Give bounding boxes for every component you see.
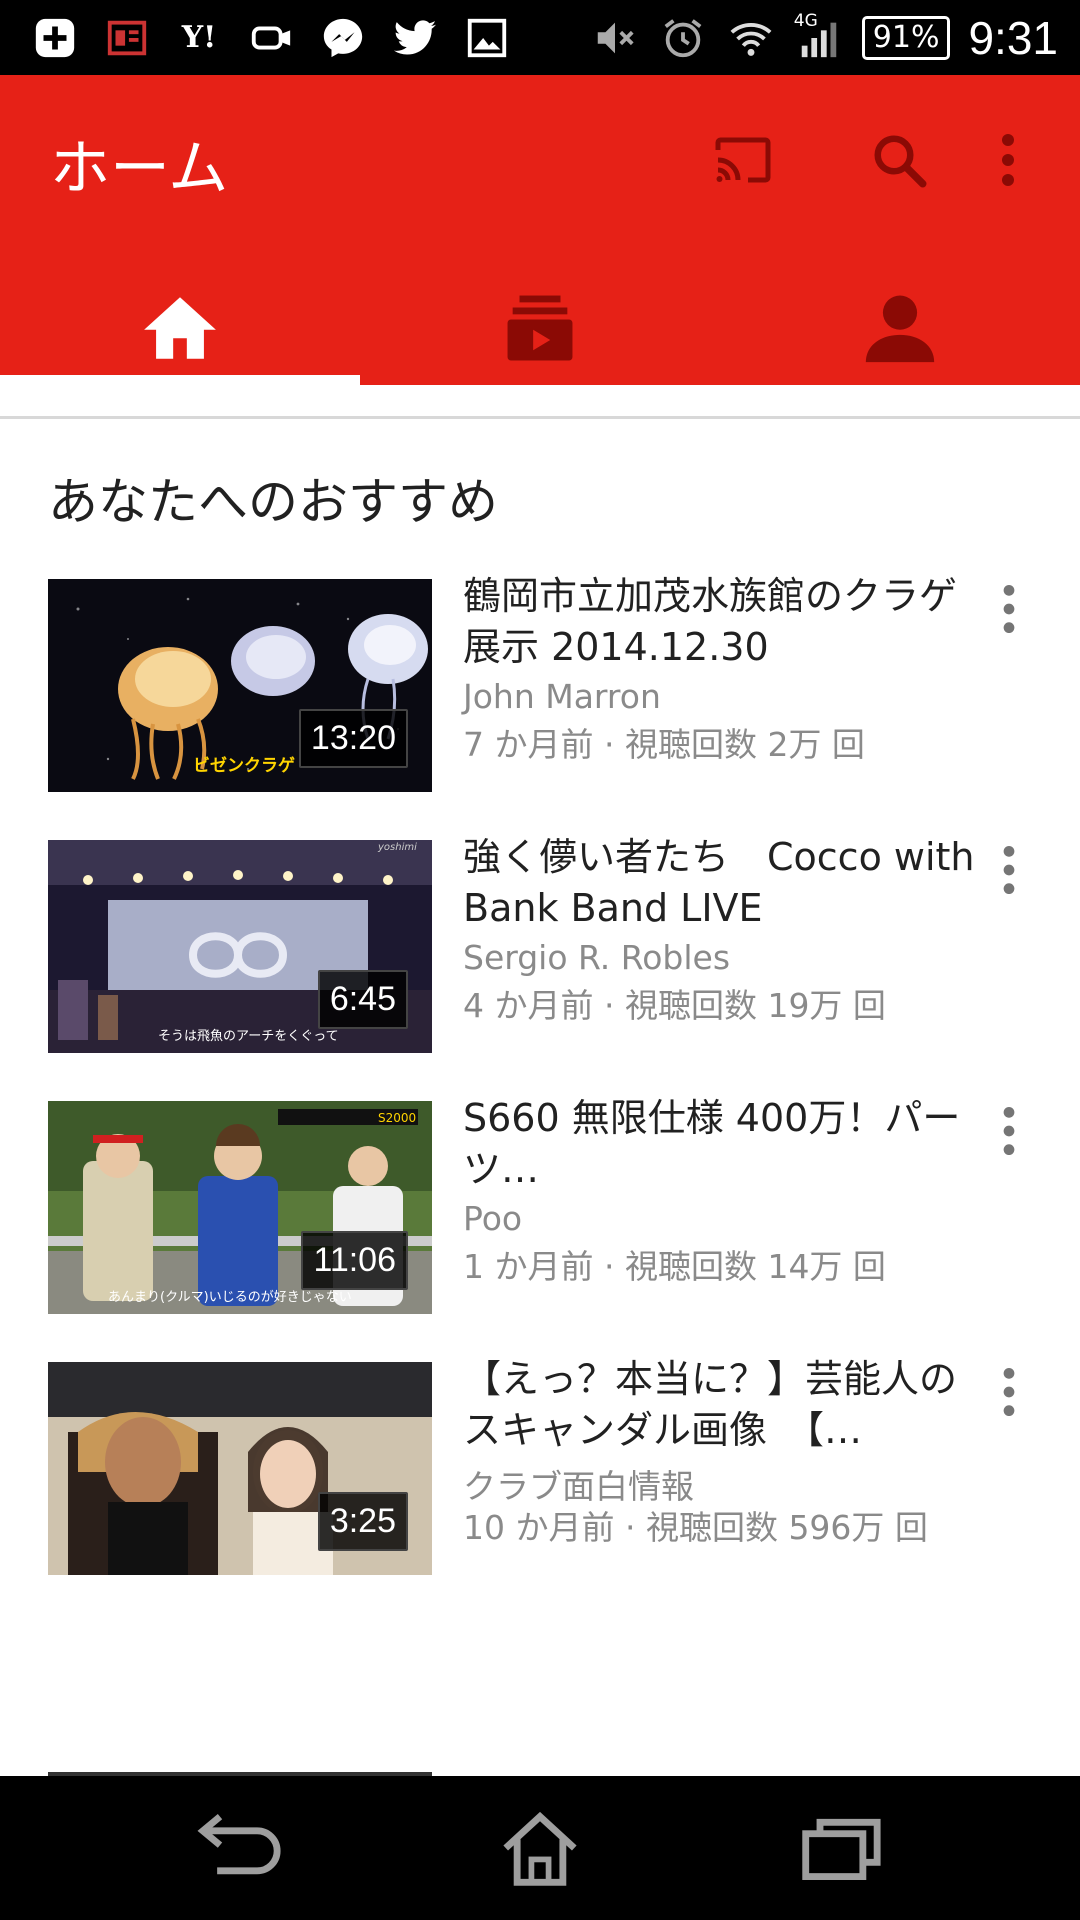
search-icon bbox=[874, 135, 927, 188]
home-nav-button[interactable] bbox=[480, 1798, 600, 1898]
video-more-button[interactable] bbox=[985, 1101, 1033, 1161]
clock: 9:31 bbox=[968, 11, 1058, 64]
video-item[interactable]: yoshimi そうは飛魚のアーチをくぐって 6:45 強く儚い者たち Cocc… bbox=[0, 835, 1080, 1055]
thumbnail-caption: ビゼンクラゲ bbox=[193, 755, 295, 776]
twitter-icon bbox=[390, 13, 440, 63]
video-more-button[interactable] bbox=[985, 579, 1033, 639]
video-meta: 1 か月前 · 視聴回数 14万 回 bbox=[463, 1247, 886, 1286]
video-duration: 11:06 bbox=[301, 1231, 408, 1290]
cast-button[interactable] bbox=[708, 125, 778, 195]
more-vert-icon bbox=[1003, 845, 1015, 895]
video-duration: 3:25 bbox=[317, 1492, 408, 1551]
home-nav-icon bbox=[503, 1811, 577, 1886]
mute-icon bbox=[590, 13, 640, 63]
alarm-icon bbox=[658, 13, 708, 63]
video-thumbnail[interactable]: ビゼンクラゲ 13:20 bbox=[48, 579, 432, 792]
search-button[interactable] bbox=[864, 125, 934, 195]
subscriptions-icon bbox=[507, 295, 573, 360]
back-icon bbox=[197, 1813, 281, 1875]
more-vert-icon bbox=[1003, 1106, 1015, 1156]
video-thumbnail[interactable]: S2000 あんまり(クルマ)いじるのが好きじゃない 11:06 bbox=[48, 1101, 432, 1314]
back-button[interactable] bbox=[180, 1798, 300, 1898]
more-vert-icon bbox=[1003, 584, 1015, 634]
thumbnail-caption: あんまり(クルマ)いじるのが好きじゃない bbox=[108, 1290, 352, 1305]
thumbnail-caption: そうは飛魚のアーチをくぐって bbox=[158, 1029, 339, 1044]
more-options-button[interactable] bbox=[973, 125, 1043, 195]
account-icon bbox=[865, 295, 935, 362]
recents-icon bbox=[802, 1818, 881, 1880]
video-title[interactable]: 【えっ？本当に？】芸能人のスキャンダル画像 【… bbox=[463, 1354, 983, 1456]
speaker-icon bbox=[246, 13, 296, 63]
page-title: ホーム bbox=[50, 134, 229, 204]
section-title: あなたへのおすすめ bbox=[48, 473, 498, 531]
video-duration: 13:20 bbox=[298, 709, 408, 768]
more-vert-icon bbox=[1003, 1367, 1015, 1417]
video-meta: 7 か月前 · 視聴回数 2万 回 bbox=[463, 725, 865, 764]
video-meta: 10 か月前 · 視聴回数 596万 回 bbox=[463, 1508, 928, 1547]
messenger-icon bbox=[318, 13, 368, 63]
wifi-icon bbox=[726, 13, 776, 63]
video-duration: 6:45 bbox=[317, 970, 408, 1029]
video-more-button[interactable] bbox=[985, 840, 1033, 900]
battery-indicator: 91% bbox=[861, 15, 951, 60]
video-item[interactable]: ビゼンクラゲ 13:20 鶴岡市立加茂水族館のクラゲ展示 2014.12.30 … bbox=[0, 574, 1080, 794]
video-title[interactable]: 強く儚い者たち Cocco with Bank Band LIVE bbox=[463, 832, 983, 934]
app-bar: ホーム bbox=[0, 75, 1080, 385]
tab-indicator bbox=[0, 375, 360, 385]
video-item[interactable]: S2000 あんまり(クルマ)いじるのが好きじゃない 11:06 S660 無限… bbox=[0, 1096, 1080, 1316]
network-type: 4G bbox=[793, 10, 818, 31]
gallery-icon bbox=[462, 13, 512, 63]
recents-button[interactable] bbox=[780, 1798, 900, 1898]
video-channel[interactable]: Poo bbox=[463, 1199, 522, 1238]
video-channel[interactable]: John Marron bbox=[463, 677, 661, 716]
news-icon bbox=[102, 13, 152, 63]
system-nav-bar bbox=[0, 1776, 1080, 1920]
video-meta: 4 か月前 · 視聴回数 19万 回 bbox=[463, 986, 886, 1025]
tab-account[interactable] bbox=[720, 270, 1080, 385]
home-icon bbox=[144, 296, 216, 359]
video-title[interactable]: S660 無限仕様 400万！パーツ… bbox=[463, 1093, 983, 1195]
status-bar: Y! 4G 91% 9:31 bbox=[0, 0, 1080, 75]
divider bbox=[0, 416, 1080, 419]
tab-subscriptions[interactable] bbox=[360, 270, 720, 385]
signal-icon: 4G bbox=[793, 10, 844, 63]
video-more-button[interactable] bbox=[985, 1362, 1033, 1422]
more-vert-icon bbox=[1002, 134, 1014, 186]
yahoo-icon: Y! bbox=[181, 20, 217, 55]
video-thumbnail[interactable]: yoshimi そうは飛魚のアーチをくぐって 6:45 bbox=[48, 840, 432, 1053]
thumbnail-tag: S2000 bbox=[378, 1111, 416, 1125]
video-channel[interactable]: Sergio R. Robles bbox=[463, 938, 730, 977]
video-thumbnail[interactable]: 3:25 bbox=[48, 1362, 432, 1575]
video-item[interactable]: 3:25 【えっ？本当に？】芸能人のスキャンダル画像 【… クラブ面白情報 10… bbox=[0, 1357, 1080, 1577]
cast-icon bbox=[715, 137, 771, 183]
video-title[interactable]: 鶴岡市立加茂水族館のクラゲ展示 2014.12.30 bbox=[463, 571, 983, 673]
tab-home[interactable] bbox=[0, 270, 360, 385]
thumbnail-watermark: yoshimi bbox=[377, 842, 417, 853]
add-icon bbox=[30, 13, 80, 63]
